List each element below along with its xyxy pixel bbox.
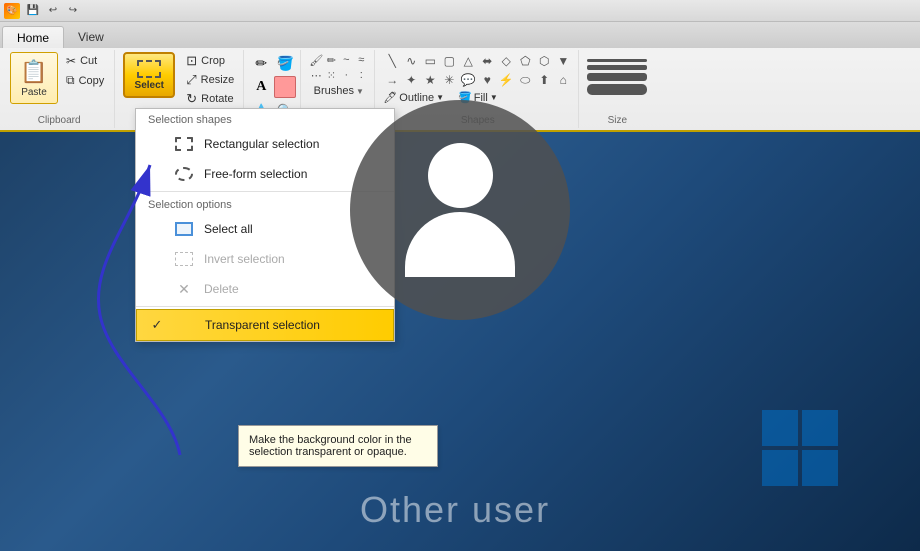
- cut-button[interactable]: ✂ Cut: [62, 52, 108, 70]
- shape-triangle[interactable]: △: [459, 52, 477, 70]
- shape-arrow[interactable]: ⬌: [478, 52, 496, 70]
- user-head-icon: [428, 143, 493, 208]
- size-1[interactable]: [587, 59, 647, 62]
- freeform-selection-icon: [174, 164, 194, 184]
- shapes-grid: ╲ ∿ ▭ ▢ △ ⬌ ◇ ⬠ ⬡ ▼ → ✦ ★: [383, 52, 572, 89]
- copy-button[interactable]: ⧉ Copy: [62, 71, 108, 90]
- shape-line[interactable]: ╲: [383, 52, 401, 70]
- transparent-selection-check: ✓: [149, 317, 165, 333]
- delete-icon: ✕: [174, 279, 194, 299]
- shape-rect[interactable]: ▭: [421, 52, 439, 70]
- fill-tool[interactable]: 🪣: [274, 52, 296, 74]
- undo-quick-btn[interactable]: ↩: [44, 2, 62, 20]
- resize-icon: ⤢: [186, 72, 196, 88]
- brush-5: ⋯: [309, 68, 323, 82]
- shape-extra[interactable]: ⌂: [554, 71, 572, 89]
- tooltip-box: Make the background color in the selecti…: [238, 425, 438, 467]
- invert-selection-icon: [174, 249, 194, 269]
- brush-2: ✏: [324, 53, 338, 67]
- shape-round-rect[interactable]: ▢: [440, 52, 458, 70]
- ribbon-tabs: Home View: [0, 22, 920, 48]
- shape-callout[interactable]: 💬: [459, 71, 477, 89]
- brushes-label: Brushes: [314, 85, 354, 97]
- quick-access-toolbar: 💾 ↩ ↪: [24, 2, 82, 20]
- crop-label: Crop: [201, 55, 225, 67]
- invert-selection-label: Invert selection: [204, 252, 285, 266]
- paste-icon: 📋: [20, 59, 47, 85]
- brush-4: ≈: [354, 53, 368, 67]
- rotate-button[interactable]: ↻ Rotate: [183, 90, 237, 108]
- size-3[interactable]: [587, 73, 647, 81]
- windows-logo: [760, 408, 840, 491]
- user-circle: [350, 100, 570, 320]
- redo-quick-btn[interactable]: ↪: [64, 2, 82, 20]
- shape-arrow-up[interactable]: ⬆: [535, 71, 553, 89]
- brush-7: ·: [339, 68, 353, 82]
- shape-star5[interactable]: ★: [421, 71, 439, 89]
- copy-label: Copy: [79, 75, 105, 87]
- tooltip-text: Make the background color in the selecti…: [249, 434, 412, 458]
- rectangular-selection-label: Rectangular selection: [204, 137, 319, 151]
- crop-icon: ⊡: [186, 53, 197, 69]
- tab-view[interactable]: View: [64, 26, 118, 48]
- user-silhouette: [405, 143, 515, 277]
- shape-right-arrow[interactable]: →: [383, 71, 401, 89]
- transparent-selection-label: Transparent selection: [205, 318, 320, 332]
- text-tool[interactable]: A: [250, 76, 272, 98]
- shape-heart[interactable]: ♥: [478, 71, 496, 89]
- paste-label: Paste: [21, 87, 47, 98]
- resize-button[interactable]: ⤢ Resize: [183, 71, 237, 89]
- brush-8: :: [354, 68, 368, 82]
- paste-button[interactable]: 📋 Paste: [10, 52, 58, 104]
- delete-label: Delete: [204, 282, 239, 296]
- shape-hexagon[interactable]: ⬡: [535, 52, 553, 70]
- title-bar: 🎨 💾 ↩ ↪: [0, 0, 920, 22]
- select-button[interactable]: Select: [123, 52, 175, 98]
- shape-more[interactable]: ▼: [554, 52, 572, 70]
- size-group: Size: [581, 50, 653, 128]
- size-2[interactable]: [587, 65, 647, 70]
- cut-icon: ✂: [66, 54, 76, 68]
- pencil-tool[interactable]: ✏: [250, 52, 272, 74]
- size-4[interactable]: [587, 84, 647, 95]
- copy-icon: ⧉: [66, 73, 75, 88]
- tab-home[interactable]: Home: [2, 26, 64, 48]
- brush-6: ⁙: [324, 68, 338, 82]
- shape-lightning[interactable]: ⚡: [497, 71, 515, 89]
- select-dashed-icon: [137, 60, 161, 78]
- shape-curve[interactable]: ∿: [402, 52, 420, 70]
- freeform-selection-label: Free-form selection: [204, 167, 307, 181]
- rotate-label: Rotate: [201, 93, 233, 105]
- clipboard-small-buttons: ✂ Cut ⧉ Copy: [62, 52, 108, 104]
- select-label: Select: [135, 80, 164, 91]
- title-bar-left: 🎨 💾 ↩ ↪: [4, 2, 82, 20]
- paint-logo-icon: 🎨: [4, 3, 20, 19]
- shape-pentagon[interactable]: ⬠: [516, 52, 534, 70]
- shape-ellipse[interactable]: ⬭: [516, 71, 534, 89]
- save-quick-btn[interactable]: 💾: [24, 2, 42, 20]
- other-user-text: Other user: [360, 489, 550, 531]
- brush-1: 🖌: [309, 53, 323, 67]
- shape-diamond[interactable]: ◇: [497, 52, 515, 70]
- brushes-icons-grid: 🖌 ✏ ~ ≈ ⋯ ⁙ · :: [309, 53, 368, 82]
- resize-label: Resize: [201, 74, 235, 86]
- brush-3: ~: [339, 53, 353, 67]
- crop-button[interactable]: ⊡ Crop: [183, 52, 237, 70]
- clipboard-label: Clipboard: [4, 115, 114, 126]
- shape-star6[interactable]: ✳: [440, 71, 458, 89]
- select-all-icon: [174, 219, 194, 239]
- eraser-tool[interactable]: [274, 76, 296, 98]
- user-body-icon: [405, 212, 515, 277]
- clipboard-group: 📋 Paste ✂ Cut ⧉ Copy: [4, 50, 115, 128]
- transparent-selection-icon: [175, 315, 195, 335]
- user-profile-area: [350, 100, 570, 320]
- shape-star4[interactable]: ✦: [402, 71, 420, 89]
- image-sub-buttons: ⊡ Crop ⤢ Resize ↻ Rotate: [181, 52, 237, 108]
- select-all-label: Select all: [204, 222, 253, 236]
- cut-label: Cut: [80, 55, 97, 67]
- brushes-dropdown-arrow: ▼: [356, 87, 364, 96]
- size-label: Size: [581, 115, 653, 126]
- rectangular-selection-icon: [174, 134, 194, 154]
- rotate-icon: ↻: [186, 91, 197, 107]
